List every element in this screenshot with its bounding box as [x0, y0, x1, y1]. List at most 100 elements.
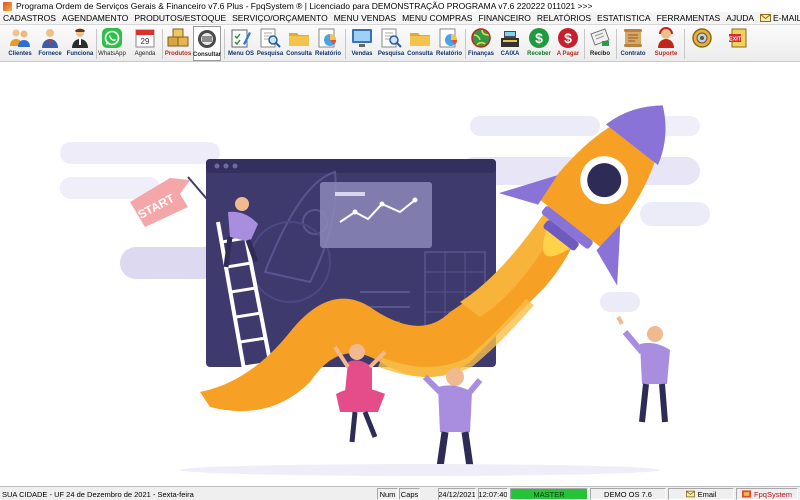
- produtos-button[interactable]: Produtos: [164, 26, 192, 61]
- recibo-label: Recibo: [589, 51, 610, 57]
- status-bar: SUA CIDADE - UF 24 de Dezembro de 2021 -…: [0, 486, 800, 500]
- brand-logo-icon: [742, 490, 752, 498]
- toolbar-separator: [684, 29, 685, 59]
- toolbar-separator: [162, 29, 163, 59]
- receber-button[interactable]: $ Receber: [525, 26, 553, 61]
- app-icon: [3, 1, 12, 11]
- relatorio-os-label: Relatório: [314, 51, 341, 57]
- menu-os-label: Menu OS: [227, 51, 254, 57]
- exit-door-icon: EXIT: [729, 28, 747, 48]
- clientes-button[interactable]: Clientes: [6, 26, 34, 61]
- produtos-label: Produtos: [164, 51, 192, 57]
- cash-register-icon: [501, 31, 519, 47]
- menu-compras[interactable]: MENU COMPRAS: [402, 13, 472, 23]
- status-brand[interactable]: FpqSystem: [736, 488, 798, 500]
- contrato-button[interactable]: Contrato: [619, 26, 647, 61]
- caixa-label: CAIXA: [500, 51, 520, 57]
- menu-servico-orcamento[interactable]: SERVIÇO/ORÇAMENTO: [232, 13, 328, 23]
- coin-gear-icon: [692, 28, 712, 48]
- menu-cadastros[interactable]: CADASTROS: [3, 13, 56, 23]
- menu-ajuda[interactable]: AJUDA: [726, 13, 754, 23]
- background-illustration: START: [0, 62, 800, 486]
- menu-vendas[interactable]: MENU VENDAS: [334, 13, 396, 23]
- boxes-icon: [167, 28, 189, 47]
- tools-button[interactable]: [689, 26, 715, 61]
- consulta-os-label: Consulta: [286, 51, 312, 57]
- pesquisa-vendas-button[interactable]: Pesquisa: [377, 26, 405, 61]
- suporte-button[interactable]: Suporte: [652, 26, 680, 61]
- menu-ferramentas[interactable]: FERRAMENTAS: [657, 13, 721, 23]
- app-window: Programa Ordem de Serviços Gerais & Fina…: [0, 0, 800, 500]
- menu-estatistica[interactable]: ESTATISTICA: [597, 13, 651, 23]
- suporte-label: Suporte: [654, 51, 678, 57]
- whatsapp-button[interactable]: WhatsApp: [98, 26, 126, 61]
- recibo-button[interactable]: Recibo: [586, 26, 614, 61]
- contrato-label: Contrato: [620, 51, 646, 57]
- toolbar-separator: [96, 29, 97, 59]
- envelope-icon: [685, 490, 695, 498]
- agenda-label: Agenda: [134, 51, 156, 57]
- consulta-vendas-button[interactable]: Consulta: [406, 26, 434, 61]
- status-email-label: Email: [697, 489, 717, 499]
- employee-icon: [72, 28, 88, 48]
- status-city-date: SUA CIDADE - UF 24 de Dezembro de 2021 -…: [2, 489, 194, 499]
- relatorio-vendas-label: Relatório: [435, 51, 462, 57]
- consulta-os-button[interactable]: Consulta: [285, 26, 313, 61]
- agenda-button[interactable]: 29 Agenda: [130, 26, 160, 61]
- status-num: Num: [377, 488, 398, 500]
- status-time: 12:07:40: [478, 488, 508, 500]
- consultar-label: Consultar: [193, 52, 222, 58]
- relatorio-os-button[interactable]: Relatório: [314, 26, 342, 61]
- whatsapp-label: WhatsApp: [98, 51, 126, 57]
- menu-os-button[interactable]: Menu OS: [227, 26, 255, 61]
- financas-button[interactable]: Finanças: [467, 26, 495, 61]
- calendar-day: 29: [141, 37, 150, 46]
- toolbar-separator: [616, 29, 617, 59]
- relatorio-vendas-button[interactable]: Relatório: [435, 26, 463, 61]
- users-icon: [10, 29, 30, 47]
- barcode-scanner-icon: [198, 30, 216, 48]
- folder-icon: [289, 33, 309, 46]
- status-brand-label: FpqSystem: [754, 489, 792, 499]
- whatsapp-icon: [102, 28, 122, 48]
- toolbar-separator: [465, 29, 466, 59]
- svg-text:$: $: [535, 30, 543, 46]
- pesquisa-os-label: Pesquisa: [256, 51, 284, 57]
- clientes-label: Clientes: [8, 51, 32, 57]
- svg-text:$: $: [564, 30, 572, 46]
- caixa-button[interactable]: CAIXA: [496, 26, 524, 61]
- receipt-icon: [590, 28, 610, 46]
- status-date: 24/12/2021: [438, 488, 476, 500]
- menu-email[interactable]: E-MAIL: [760, 13, 800, 23]
- report-chart-icon: [439, 28, 458, 48]
- vendas-button[interactable]: Vendas: [348, 26, 376, 61]
- finance-globe-icon: [471, 28, 491, 48]
- consulta-vendas-label: Consulta: [407, 51, 433, 57]
- toolbar-separator: [584, 29, 585, 59]
- pesquisa-os-button[interactable]: Pesquisa: [256, 26, 284, 61]
- menu-bar: CADASTROS AGENDAMENTO PRODUTOS/ESTOQUE S…: [0, 12, 800, 25]
- exit-text: EXIT: [729, 37, 742, 43]
- fornece-button[interactable]: Fornece: [36, 26, 64, 61]
- menu-financeiro[interactable]: FINANCEIRO: [478, 13, 530, 23]
- toolbar-separator: [224, 29, 225, 59]
- checklist-icon: [231, 29, 251, 48]
- financas-label: Finanças: [467, 51, 494, 57]
- funciona-button[interactable]: Funciona: [66, 26, 94, 61]
- consultar-button[interactable]: Consultar: [193, 26, 221, 61]
- window-title: Programa Ordem de Serviços Gerais & Fina…: [16, 1, 593, 11]
- scroll-icon: [624, 29, 642, 47]
- toolbar: Clientes Fornece Funciona WhatsApp 29 Ag…: [0, 25, 800, 62]
- fornece-label: Fornece: [38, 51, 62, 57]
- status-email[interactable]: Email: [668, 488, 734, 500]
- menu-email-label: E-MAIL: [773, 13, 800, 23]
- menu-produtos-estoque[interactable]: PRODUTOS/ESTOQUE: [134, 13, 226, 23]
- apagar-button[interactable]: $ A Pagar: [554, 26, 582, 61]
- exit-button[interactable]: EXIT: [725, 26, 751, 61]
- menu-agendamento[interactable]: AGENDAMENTO: [62, 13, 128, 23]
- calendar-icon: 29: [135, 29, 155, 48]
- menu-relatorios[interactable]: RELATÓRIOS: [537, 13, 591, 23]
- supplier-icon: [42, 29, 58, 48]
- status-user: MASTER: [510, 488, 588, 500]
- search-document-icon: [381, 28, 402, 48]
